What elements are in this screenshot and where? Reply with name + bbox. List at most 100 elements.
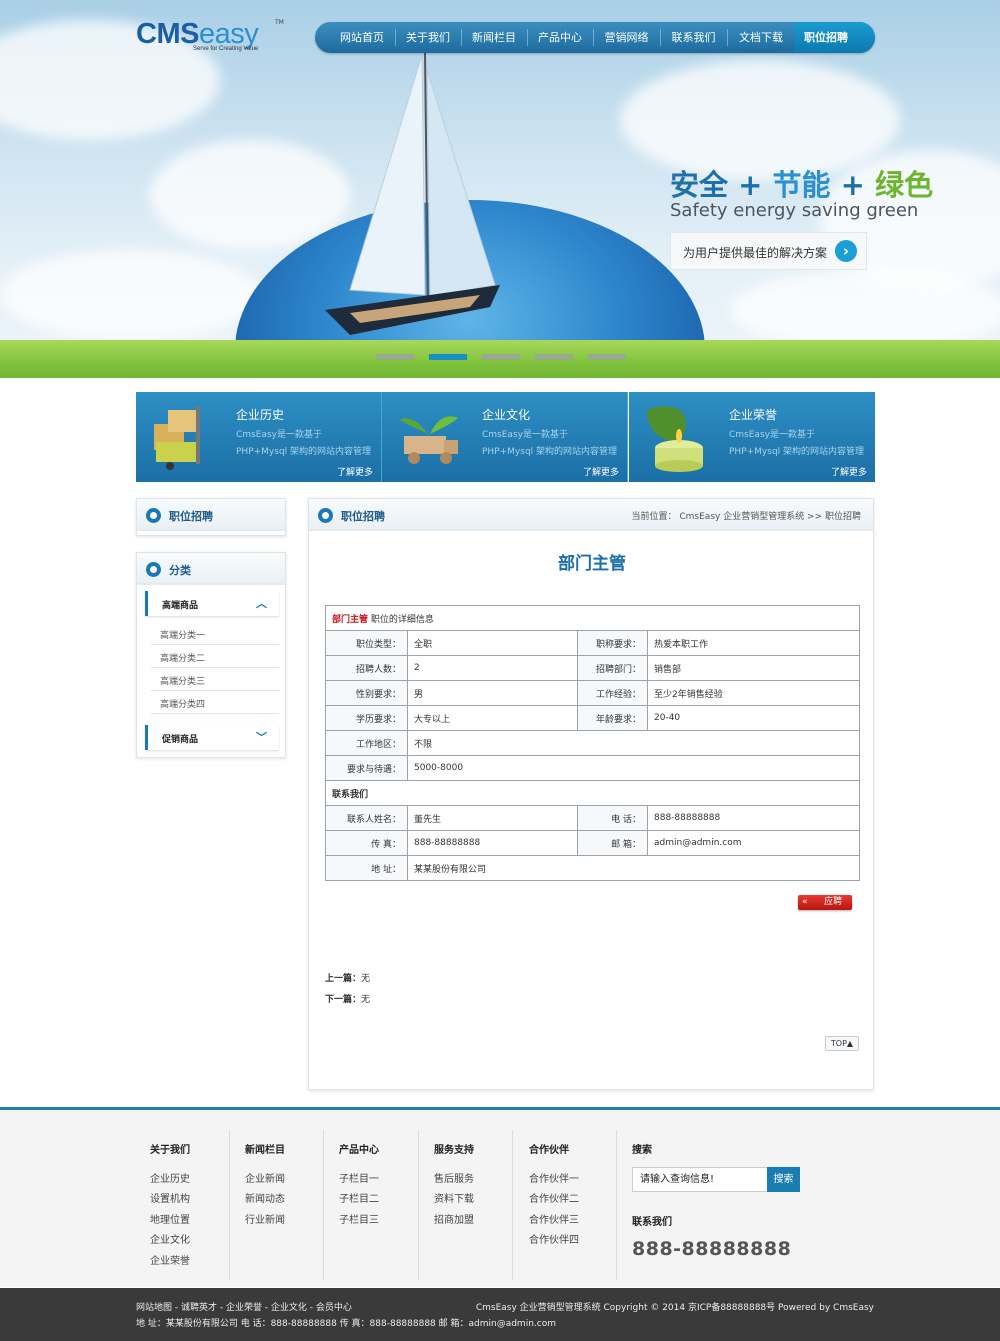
nav-item-marketing[interactable]: 营销网络 xyxy=(593,22,660,53)
feature-card-honors[interactable]: 企业荣誉 CmsEasy是一款基于 PHP+Mysql 架构的网站内容管理 了解… xyxy=(629,392,875,482)
subcategory-item[interactable]: 高端分类一 xyxy=(151,622,279,645)
feature-card-culture[interactable]: 企业文化 CmsEasy是一款基于 PHP+Mysql 架构的网站内容管理 了解… xyxy=(382,392,628,482)
subcategory-item[interactable]: 高端分类三 xyxy=(151,668,279,691)
table-row: 部门主管 职位的详细信息 xyxy=(325,605,860,631)
field-label: 招聘人数： xyxy=(325,655,408,681)
footer-link[interactable]: 招商加盟 xyxy=(434,1211,474,1226)
footer-link[interactable]: 企业文化 xyxy=(150,1231,190,1246)
nav-item-contact[interactable]: 联系我们 xyxy=(660,22,727,53)
bottom-bar: 网站地图 - 诚聘英才 - 企业荣誉 - 企业文化 - 会员中心 CmsEasy… xyxy=(0,1288,1000,1341)
feature-desc-line: PHP+Mysql 架构的网站内容管理 xyxy=(482,447,618,457)
category-high-end[interactable]: 高端商品 ︿ xyxy=(145,591,279,616)
field-label: 联系人姓名： xyxy=(325,805,408,831)
main-content-box: 职位招聘 当前位置： CmsEasy 企业营销型管理系统 >> 职位招聘 部门主… xyxy=(308,498,874,1090)
field-value: 888-88888888 xyxy=(647,805,860,831)
nav-item-home[interactable]: 网站首页 xyxy=(329,22,395,53)
slide-dot-4[interactable] xyxy=(535,354,573,360)
slide-dot-5[interactable] xyxy=(588,354,626,360)
next-label: 下一篇： xyxy=(325,995,362,1005)
feature-description: CmsEasy是一款基于 PHP+Mysql 架构的网站内容管理 xyxy=(729,427,864,461)
footer-link[interactable]: 企业荣誉 xyxy=(150,1252,190,1267)
footer-phone: 888-88888888 xyxy=(632,1238,792,1260)
field-label: 年龄要求： xyxy=(577,705,648,731)
nav-item-about[interactable]: 关于我们 xyxy=(395,22,461,53)
footer-link[interactable]: 合作伙伴四 xyxy=(529,1231,579,1246)
footer-link[interactable]: 设置机构 xyxy=(150,1190,190,1205)
subcategory-item[interactable]: 高端分类四 xyxy=(151,691,279,714)
feature-title: 企业文化 xyxy=(482,408,531,422)
feature-more-link[interactable]: 了解更多 xyxy=(831,465,867,478)
footer-col-heading: 产品中心 xyxy=(339,1145,379,1156)
double-arrow-icon: « xyxy=(802,897,808,907)
job-detail-table: 部门主管 职位的详细信息 职位类型： 全职 职称要求： 热爱本职工作 招聘人数：… xyxy=(325,605,860,881)
sidebar-category-box: 分类 高端商品 ︿ 高端分类一 高端分类二 高端分类三 高端分类四 促销商品 ﹀ xyxy=(136,552,286,758)
nav-item-news[interactable]: 新闻栏目 xyxy=(461,22,527,53)
slide-dot-3[interactable] xyxy=(482,354,520,360)
field-label: 职位类型： xyxy=(325,630,408,656)
footer: 关于我们 企业历史 设置机构 地理位置 企业文化 企业荣誉 新闻栏目 企业新闻 … xyxy=(0,1107,1000,1287)
slide-dot-1[interactable] xyxy=(376,354,414,360)
slogan-part-energy: 节能 xyxy=(772,168,831,202)
feature-more-link[interactable]: 了解更多 xyxy=(583,465,619,478)
footer-col-about: 关于我们 企业历史 设置机构 地理位置 企业文化 企业荣誉 xyxy=(150,1130,230,1280)
breadcrumb[interactable]: 当前位置： CmsEasy 企业营销型管理系统 >> 职位招聘 xyxy=(632,509,861,522)
field-value: 董先生 xyxy=(407,805,578,831)
field-label: 邮 箱： xyxy=(577,830,648,856)
subcategory-label: 高端分类一 xyxy=(160,631,206,641)
nav-item-jobs[interactable]: 职位招聘 xyxy=(795,22,857,53)
feature-more-link[interactable]: 了解更多 xyxy=(337,465,373,478)
footer-contact-heading: 联系我们 xyxy=(632,1217,672,1228)
field-value: 20-40 xyxy=(647,705,860,731)
prev-value: 无 xyxy=(361,974,371,984)
footer-link[interactable]: 子栏目一 xyxy=(339,1170,379,1185)
logo[interactable]: CMSeasy TM Serve for Creating Value xyxy=(136,18,284,52)
footer-link[interactable]: 行业新闻 xyxy=(245,1211,285,1226)
feature-desc-line: CmsEasy是一款基于 xyxy=(236,430,322,440)
next-article[interactable]: 下一篇：无 xyxy=(325,992,370,1005)
footer-col-support: 服务支持 售后服务 资料下载 招商加盟 xyxy=(434,1130,513,1280)
footer-link[interactable]: 子栏目二 xyxy=(339,1190,379,1205)
footer-link[interactable]: 合作伙伴三 xyxy=(529,1211,579,1226)
banner-slogan-english: Safety energy saving green xyxy=(670,200,919,221)
slide-dot-2[interactable] xyxy=(429,354,467,360)
subcategory-label: 高端分类二 xyxy=(160,654,206,664)
footer-link[interactable]: 子栏目三 xyxy=(339,1211,379,1226)
nav-item-products[interactable]: 产品中心 xyxy=(527,22,593,53)
logo-cms: CMS xyxy=(136,18,199,50)
subcategory-item[interactable]: 高端分类二 xyxy=(151,645,279,668)
footer-link[interactable]: 新闻动态 xyxy=(245,1190,285,1205)
bottom-copyright: CmsEasy 企业营销型管理系统 Copyright © 2014 京ICP备… xyxy=(475,1303,874,1313)
table-row: 联系人姓名： 董先生 电 话： 888-88888888 xyxy=(325,805,860,831)
slogan-part-green: 绿色 xyxy=(875,168,934,202)
banner-cta-button[interactable]: 为用户提供最佳的解决方案 › xyxy=(670,232,867,270)
field-value: 全职 xyxy=(407,630,578,656)
prev-article[interactable]: 上一篇：无 xyxy=(325,971,370,984)
back-to-top-button[interactable]: TOP▲ xyxy=(825,1036,859,1051)
apply-button[interactable]: « 应聘 xyxy=(798,895,852,910)
ring-bullet-icon xyxy=(146,508,161,523)
field-label: 性别要求： xyxy=(325,680,408,706)
field-label: 学历要求： xyxy=(325,705,408,731)
nav-item-downloads[interactable]: 文档下载 xyxy=(727,22,795,53)
footer-link[interactable]: 售后服务 xyxy=(434,1170,474,1185)
footer-search-input[interactable]: 请输入查询信息! xyxy=(632,1167,768,1192)
footer-search-button[interactable]: 搜索 xyxy=(767,1167,800,1192)
sprout-truck-icon xyxy=(400,416,458,464)
field-label: 电 话： xyxy=(577,805,648,831)
field-label: 招聘部门： xyxy=(577,655,648,681)
field-value: admin@admin.com xyxy=(647,830,860,856)
cloud-decoration xyxy=(730,270,1000,350)
bottom-links[interactable]: 网站地图 - 诚聘英才 - 企业荣誉 - 企业文化 - 会员中心 xyxy=(136,1300,352,1313)
footer-link[interactable]: 企业历史 xyxy=(150,1170,190,1185)
footer-link[interactable]: 合作伙伴一 xyxy=(529,1170,579,1185)
banner-cta-label: 为用户提供最佳的解决方案 xyxy=(683,246,828,260)
category-promo[interactable]: 促销商品 ﹀ xyxy=(145,725,279,750)
footer-link[interactable]: 资料下载 xyxy=(434,1190,474,1205)
feature-card-history[interactable]: 企业历史 CmsEasy是一款基于 PHP+Mysql 架构的网站内容管理 了解… xyxy=(136,392,382,482)
sidebar-jobs-title[interactable]: 职位招聘 xyxy=(169,508,213,524)
sidebar-category-title: 分类 xyxy=(169,564,191,577)
footer-link[interactable]: 地理位置 xyxy=(150,1211,190,1226)
footer-link[interactable]: 合作伙伴二 xyxy=(529,1190,579,1205)
footer-link[interactable]: 企业新闻 xyxy=(245,1170,285,1185)
subcategory-label: 高端分类四 xyxy=(160,700,206,710)
